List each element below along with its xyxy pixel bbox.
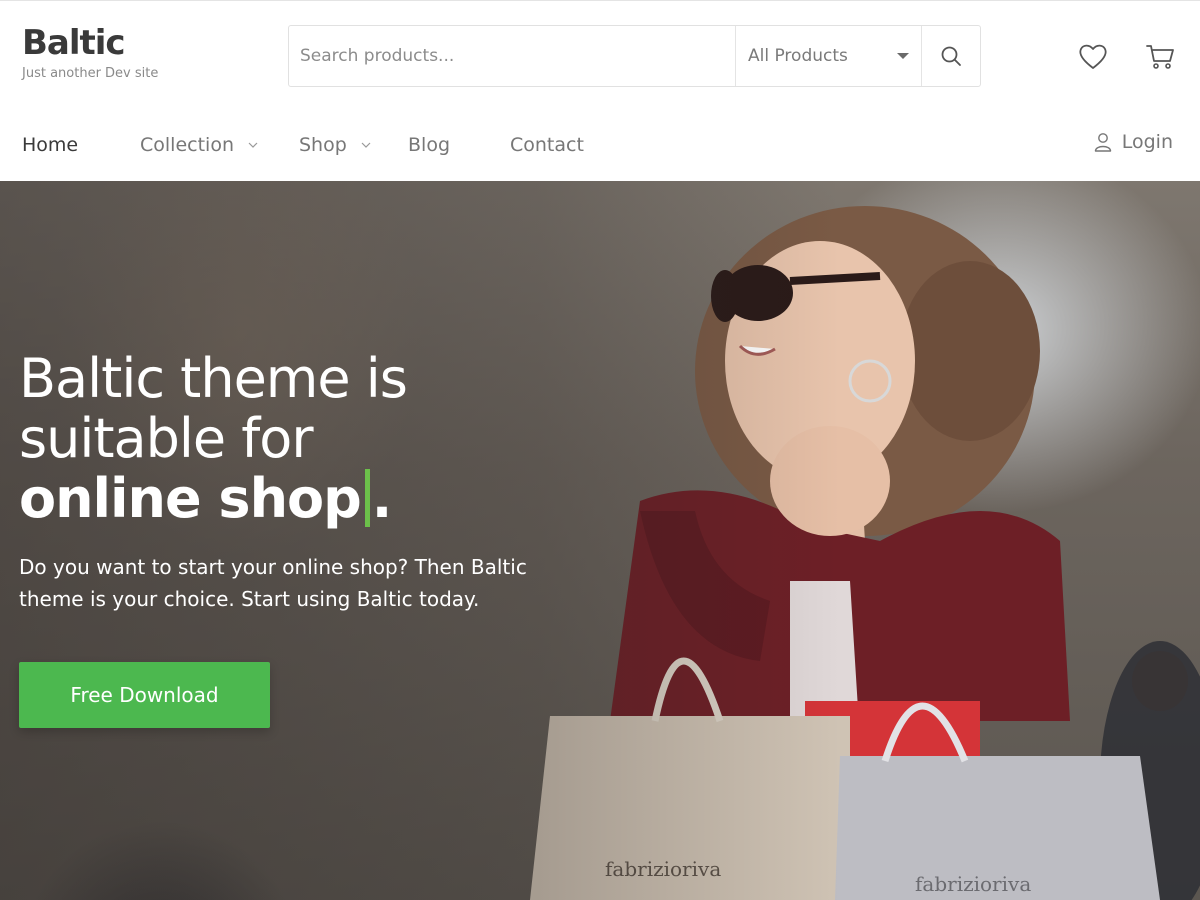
site-header: Baltic Just another Dev site All Product…	[0, 0, 1200, 181]
hero-subtext: Do you want to start your online shop? T…	[19, 555, 527, 611]
nav-item-blog[interactable]: Blog	[408, 134, 510, 156]
nav-item-label: Shop	[299, 134, 347, 156]
nav-item-contact[interactable]: Contact	[510, 134, 584, 156]
hero-banner: fabrizioriva fabrizioriva Baltic theme i…	[0, 181, 1200, 900]
typing-cursor	[364, 469, 370, 527]
cart-button[interactable]	[1143, 40, 1177, 74]
hero-heading-period: .	[371, 467, 392, 530]
search-icon	[941, 46, 961, 66]
nav-item-home[interactable]: Home	[22, 134, 140, 156]
chevron-down-icon	[361, 140, 371, 150]
category-select[interactable]: All Products	[735, 26, 921, 86]
search-input[interactable]	[289, 26, 735, 86]
main-navigation: Home Collection Shop Blog Contact	[22, 130, 584, 160]
nav-item-label: Home	[22, 134, 79, 156]
product-search-bar: All Products	[288, 25, 981, 87]
hero-heading: Baltic theme is suitable for online shop…	[19, 349, 619, 529]
free-download-button[interactable]: Free Download	[19, 662, 270, 728]
nav-item-label: Collection	[140, 134, 234, 156]
hero-text: Baltic theme is suitable for online shop…	[19, 349, 619, 615]
cart-icon	[1146, 45, 1174, 69]
site-branding[interactable]: Baltic Just another Dev site	[22, 22, 158, 81]
search-button[interactable]	[921, 26, 980, 86]
user-icon	[1094, 133, 1111, 152]
wishlist-button[interactable]	[1076, 40, 1110, 74]
category-select-value: All Products	[748, 46, 848, 66]
heart-icon	[1079, 44, 1107, 69]
hero-heading-line: suitable for	[19, 407, 314, 470]
caret-down-icon	[897, 53, 909, 59]
login-label: Login	[1121, 131, 1173, 153]
hero-heading-line: Baltic theme is	[19, 347, 408, 410]
chevron-down-icon	[248, 140, 258, 150]
nav-item-label: Blog	[408, 134, 450, 156]
hero-heading-typed: online shop	[19, 467, 362, 530]
top-divider	[0, 0, 1200, 1]
site-title[interactable]: Baltic	[22, 22, 158, 64]
site-tagline: Just another Dev site	[22, 66, 159, 81]
login-link[interactable]: Login	[1094, 131, 1173, 153]
nav-item-label: Contact	[510, 134, 584, 156]
nav-item-shop[interactable]: Shop	[299, 134, 408, 156]
nav-item-collection[interactable]: Collection	[140, 134, 299, 156]
